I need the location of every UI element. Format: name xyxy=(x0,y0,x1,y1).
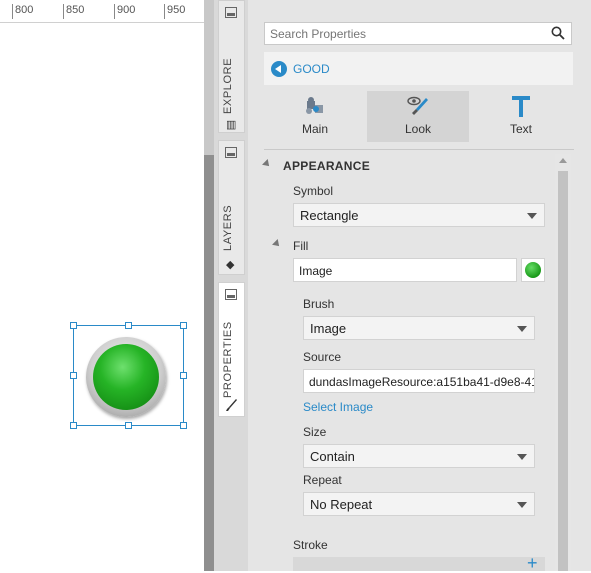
tab-main[interactable]: Main xyxy=(264,91,366,142)
search-input[interactable] xyxy=(265,23,540,44)
size-label: Size xyxy=(303,425,327,439)
ruler-tick xyxy=(12,4,13,19)
ruler-label-950: 950 xyxy=(167,4,186,16)
tab-properties-label: PROPERTIES xyxy=(222,321,234,398)
repeat-label: Repeat xyxy=(303,473,342,487)
collapse-triangle-icon[interactable] xyxy=(272,239,282,249)
fill-color-swatch[interactable] xyxy=(521,258,545,282)
text-t-icon xyxy=(470,94,572,118)
tab-look[interactable]: Look xyxy=(367,91,469,142)
ruler-label-800: 800 xyxy=(15,4,34,16)
brush-value: Image xyxy=(310,321,347,336)
tab-explore[interactable]: EXPLORE ▥ xyxy=(218,0,245,133)
properties-panel: GOOD Main Look Text xyxy=(248,0,591,572)
panel-scrollbar[interactable] xyxy=(555,154,571,571)
breadcrumb: GOOD xyxy=(264,52,573,85)
pin-icon[interactable] xyxy=(225,289,237,300)
resize-handle-bottom-left[interactable] xyxy=(70,422,77,429)
search-box xyxy=(264,22,572,45)
brush-label: Brush xyxy=(303,297,335,311)
repeat-dropdown[interactable]: No Repeat xyxy=(303,492,535,516)
tab-explore-label: EXPLORE xyxy=(222,57,234,115)
tab-main-label: Main xyxy=(301,122,328,136)
resize-handle-bottom-right[interactable] xyxy=(180,422,187,429)
canvas-scrollbar-thumb[interactable] xyxy=(204,155,214,571)
ruler-label-900: 900 xyxy=(117,4,136,16)
green-indicator-image[interactable] xyxy=(86,337,166,417)
symbol-label: Symbol xyxy=(293,184,334,198)
layers-icon: ◆ xyxy=(226,259,235,271)
back-arrow-icon[interactable] xyxy=(271,61,287,77)
source-field[interactable]: dundasImageResource:a151ba41-d9e8-41 xyxy=(303,369,535,393)
tab-text-label: Text xyxy=(509,122,532,136)
repeat-value: No Repeat xyxy=(310,497,373,512)
green-dot-icon xyxy=(525,262,541,278)
side-tab-strip: EXPLORE ▥ LAYERS ◆ PROPERTIES xyxy=(214,0,248,571)
tab-text[interactable]: Text xyxy=(470,91,572,142)
fill-field[interactable]: Image xyxy=(293,258,517,282)
pin-icon[interactable] xyxy=(225,147,237,158)
scroll-up-icon[interactable] xyxy=(559,158,567,163)
collapse-triangle-icon[interactable] xyxy=(262,159,272,169)
tab-properties[interactable]: PROPERTIES xyxy=(218,282,245,417)
fill-value: Image xyxy=(299,264,333,278)
breadcrumb-label[interactable]: GOOD xyxy=(293,62,330,76)
ruler-tick xyxy=(164,4,165,19)
ruler-label-850: 850 xyxy=(66,4,85,16)
size-value: Contain xyxy=(310,449,355,464)
puzzle-icon xyxy=(264,94,366,118)
resize-handle-bottom[interactable] xyxy=(125,422,132,429)
resize-handle-left[interactable] xyxy=(70,372,77,379)
tab-layers-label: LAYERS xyxy=(222,204,234,251)
eye-brush-icon xyxy=(367,94,469,118)
resize-handle-top-left[interactable] xyxy=(70,322,77,329)
explore-icon: ▥ xyxy=(226,119,237,131)
panel-scrollbar-thumb[interactable] xyxy=(558,171,568,571)
stroke-field[interactable] xyxy=(293,557,545,571)
select-image-link[interactable]: Select Image xyxy=(303,400,373,414)
ruler-tick xyxy=(114,4,115,19)
pin-icon[interactable] xyxy=(225,7,237,18)
source-label: Source xyxy=(303,350,342,364)
stroke-label: Stroke xyxy=(293,538,328,552)
tab-look-label: Look xyxy=(404,122,432,136)
chevron-down-icon xyxy=(517,502,527,508)
size-dropdown[interactable]: Contain xyxy=(303,444,535,468)
ruler-tick xyxy=(63,4,64,19)
design-canvas[interactable]: 800 850 900 950 xyxy=(0,0,204,571)
chevron-down-icon xyxy=(517,454,527,460)
symbol-value: Rectangle xyxy=(300,208,359,223)
fill-label: Fill xyxy=(293,239,309,253)
brush-dropdown[interactable]: Image xyxy=(303,316,535,340)
add-icon[interactable]: + xyxy=(527,554,538,572)
appearance-title: APPEARANCE xyxy=(283,159,371,173)
tab-divider xyxy=(264,149,574,150)
chevron-down-icon xyxy=(517,326,527,332)
symbol-dropdown[interactable]: Rectangle xyxy=(293,203,545,227)
canvas-scrollbar[interactable] xyxy=(204,0,214,571)
brush-icon xyxy=(226,398,238,415)
tab-layers[interactable]: LAYERS ◆ xyxy=(218,140,245,275)
resize-handle-top[interactable] xyxy=(125,322,132,329)
horizontal-ruler: 800 850 900 950 xyxy=(0,0,204,23)
resize-handle-right[interactable] xyxy=(180,372,187,379)
search-icon[interactable] xyxy=(551,26,565,43)
chevron-down-icon xyxy=(527,213,537,219)
resize-handle-top-right[interactable] xyxy=(180,322,187,329)
source-value: dundasImageResource:a151ba41-d9e8-41 xyxy=(309,375,535,389)
